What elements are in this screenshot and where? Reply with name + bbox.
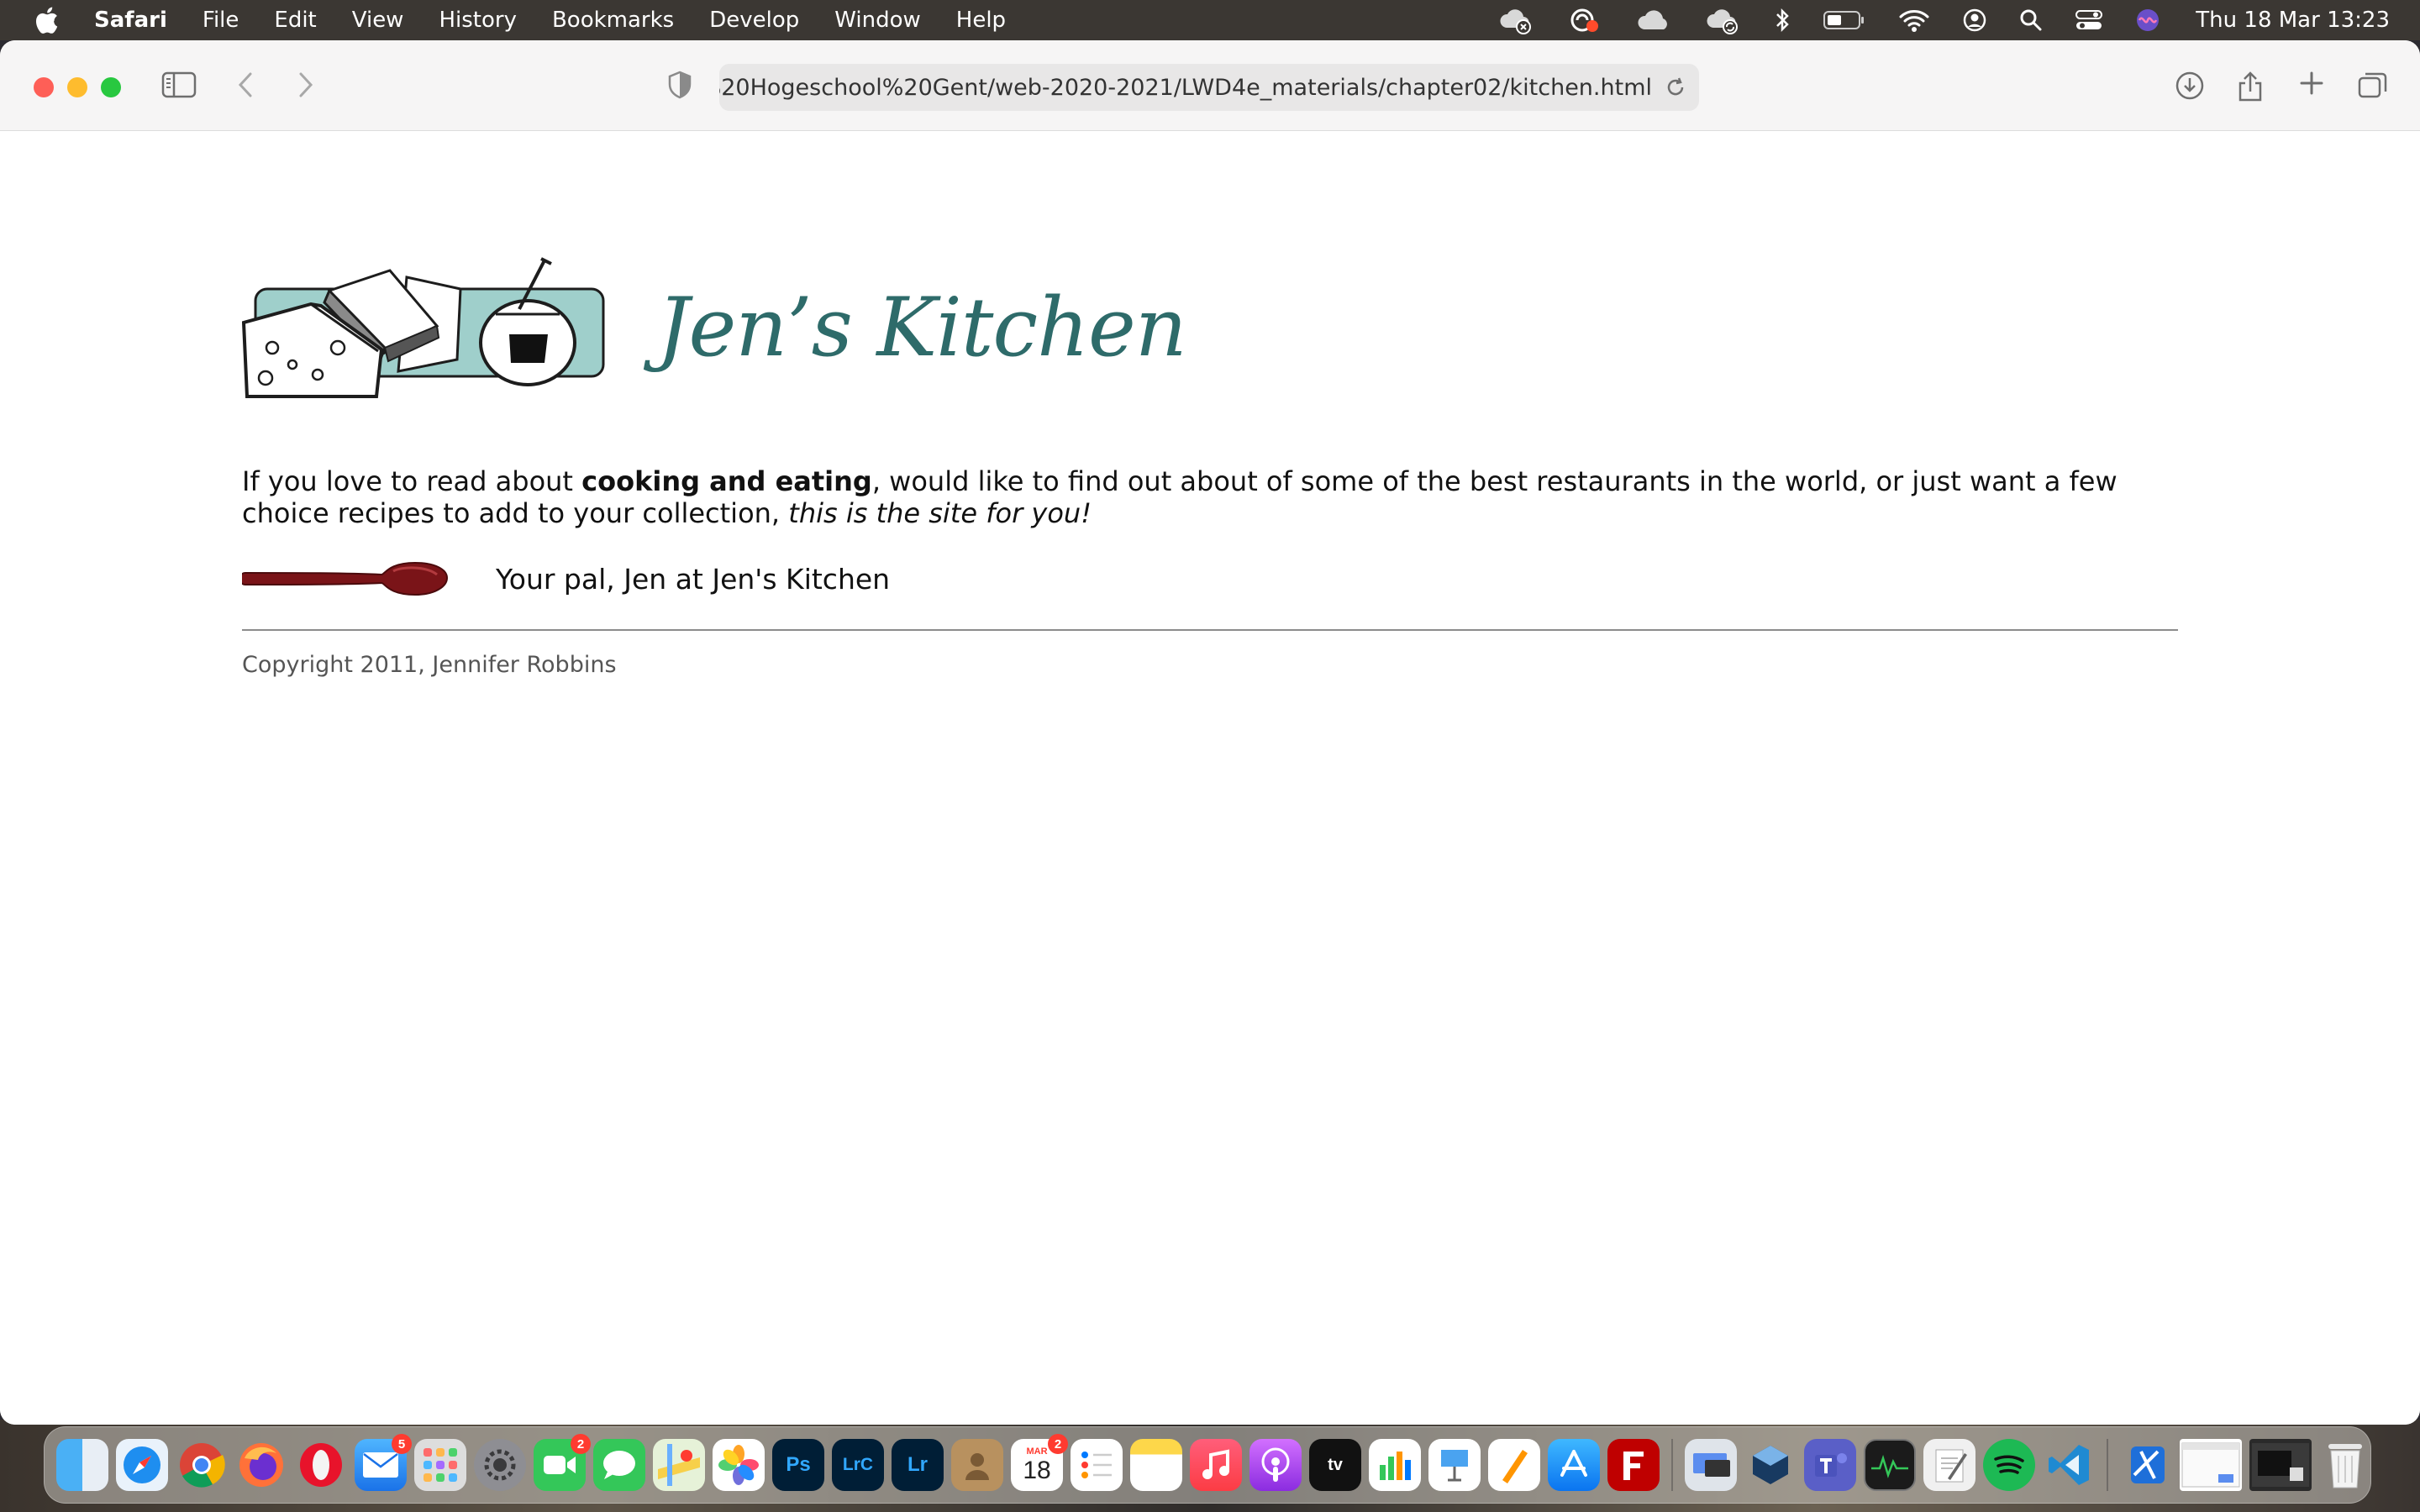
reload-icon[interactable] — [1652, 76, 1699, 99]
cloud-sync-icon[interactable] — [1705, 6, 1742, 34]
calendar-day: 18 — [1023, 1457, 1051, 1484]
facetime-icon[interactable]: 2 — [534, 1434, 591, 1491]
back-icon[interactable] — [235, 71, 257, 99]
dock: 5 2 Ps LrC Lr MAR 18 2 tv — [44, 1426, 2371, 1504]
system-preferences-icon[interactable] — [474, 1439, 526, 1491]
lightroom-icon[interactable]: Lr — [892, 1439, 944, 1491]
new-tab-icon[interactable] — [2299, 71, 2324, 96]
kitchen-logo-image — [242, 257, 605, 398]
forward-icon[interactable] — [294, 71, 316, 99]
window-zoom-button[interactable] — [101, 77, 121, 97]
menu-edit[interactable]: Edit — [274, 8, 316, 33]
app-store-icon[interactable] — [1548, 1439, 1600, 1491]
intro-emphasis-bold: cooking and eating — [581, 465, 872, 497]
facetime-badge: 2 — [571, 1434, 591, 1454]
browser-toolbar: )-%20Hogeschool%20Gent/web-2020-2021/LWD… — [0, 40, 2420, 131]
control-center-icon[interactable] — [2075, 8, 2103, 32]
trash-icon[interactable] — [2319, 1439, 2371, 1491]
menu-bar: Safari File Edit View History Bookmarks … — [0, 0, 2420, 40]
battery-icon[interactable] — [1823, 9, 1866, 31]
calendar-month: MAR — [1026, 1446, 1048, 1457]
messages-icon[interactable] — [593, 1439, 645, 1491]
podcasts-icon[interactable] — [1249, 1439, 1302, 1491]
address-bar[interactable]: )-%20Hogeschool%20Gent/web-2020-2021/LWD… — [719, 64, 1699, 111]
spoon-image — [242, 561, 449, 596]
menu-history[interactable]: History — [439, 8, 517, 33]
maps-icon[interactable] — [653, 1439, 705, 1491]
virtualbox-icon[interactable] — [1744, 1439, 1797, 1491]
safari-icon[interactable] — [116, 1439, 168, 1491]
intro-emphasis-italic: this is the site for you! — [788, 497, 1092, 529]
reminders-icon[interactable] — [1071, 1439, 1123, 1491]
window-close-button[interactable] — [34, 77, 54, 97]
opera-icon[interactable] — [295, 1439, 347, 1491]
activity-monitor-icon[interactable] — [1864, 1439, 1916, 1491]
dock-separator — [1671, 1439, 1673, 1491]
cloud-alert-icon[interactable] — [1567, 6, 1604, 34]
site-title: Jen’s Kitchen — [657, 281, 1187, 375]
intro-text-1: If you love to read about — [242, 465, 582, 497]
icloud-icon[interactable] — [1636, 8, 1673, 33]
menu-view[interactable]: View — [352, 8, 404, 33]
menu-bar-clock[interactable]: Thu 18 Mar 13:23 — [2196, 8, 2390, 33]
safari-window: )-%20Hogeschool%20Gent/web-2020-2021/LWD… — [0, 40, 2420, 1425]
url-text[interactable]: )-%20Hogeschool%20Gent/web-2020-2021/LWD… — [719, 75, 1652, 101]
sidebar-toggle-icon[interactable] — [161, 71, 197, 99]
bluetooth-icon[interactable] — [1774, 8, 1791, 33]
privacy-report-shield-icon[interactable] — [667, 71, 692, 99]
photoshop-icon[interactable]: Ps — [772, 1439, 824, 1491]
minimized-window-1[interactable] — [2180, 1439, 2242, 1491]
vscode-icon[interactable] — [2043, 1439, 2095, 1491]
xcode-window-icon[interactable] — [2120, 1439, 2172, 1491]
tab-overview-icon[interactable] — [2358, 71, 2388, 99]
pages-icon[interactable] — [1488, 1439, 1540, 1491]
launchpad-icon[interactable] — [414, 1439, 466, 1491]
firefox-icon[interactable] — [235, 1439, 287, 1491]
calendar-badge: 2 — [1048, 1434, 1068, 1454]
lightroom-classic-icon[interactable]: LrC — [832, 1439, 884, 1491]
apple-menu-icon[interactable] — [34, 6, 71, 34]
teams-icon[interactable] — [1804, 1439, 1856, 1491]
signature-row: Your pal, Jen at Jen's Kitchen — [242, 558, 890, 600]
creative-cloud-sync-icon[interactable] — [1498, 6, 1535, 34]
filezilla-icon[interactable] — [1607, 1439, 1660, 1491]
page-header: Jen’s Kitchen — [242, 255, 1187, 403]
photos-icon[interactable] — [713, 1439, 765, 1491]
numbers-icon[interactable] — [1369, 1439, 1421, 1491]
menu-develop[interactable]: Develop — [709, 8, 799, 33]
menu-file[interactable]: File — [203, 8, 239, 33]
menu-window[interactable]: Window — [834, 8, 921, 33]
spotlight-search-icon[interactable] — [2019, 8, 2043, 32]
screen-sharing-icon[interactable] — [1685, 1439, 1737, 1491]
menu-app-safari[interactable]: Safari — [94, 8, 167, 33]
intro-paragraph: If you love to read about cooking and ea… — [242, 465, 2175, 529]
dock-separator-2 — [2107, 1439, 2108, 1491]
wifi-icon[interactable] — [1898, 8, 1930, 33]
music-icon[interactable] — [1190, 1439, 1242, 1491]
signature-text: Your pal, Jen at Jen's Kitchen — [496, 562, 891, 596]
siri-icon[interactable] — [2135, 8, 2160, 33]
user-account-icon[interactable] — [1962, 8, 1987, 33]
calendar-icon[interactable]: MAR 18 2 — [1011, 1434, 1068, 1491]
spotify-icon[interactable] — [1983, 1439, 2035, 1491]
menu-bookmarks[interactable]: Bookmarks — [552, 8, 674, 33]
share-icon[interactable] — [2237, 71, 2264, 102]
keynote-icon[interactable] — [1428, 1439, 1481, 1491]
window-minimize-button[interactable] — [67, 77, 87, 97]
textedit-icon[interactable] — [1923, 1439, 1975, 1491]
web-page: Jen’s Kitchen If you love to read about … — [0, 131, 2420, 1425]
menu-help[interactable]: Help — [956, 8, 1006, 33]
chrome-icon[interactable] — [176, 1439, 228, 1491]
finder-icon[interactable] — [56, 1439, 108, 1491]
contacts-icon[interactable] — [951, 1439, 1003, 1491]
copyright-text: Copyright 2011, Jennifer Robbins — [242, 652, 617, 678]
downloads-icon[interactable] — [2175, 71, 2205, 101]
notes-icon[interactable] — [1130, 1439, 1182, 1491]
apple-tv-icon[interactable]: tv — [1309, 1439, 1361, 1491]
horizontal-rule — [242, 629, 2178, 631]
mail-icon[interactable]: 5 — [355, 1434, 412, 1491]
mail-badge: 5 — [392, 1434, 412, 1454]
minimized-window-2[interactable] — [2249, 1439, 2312, 1491]
